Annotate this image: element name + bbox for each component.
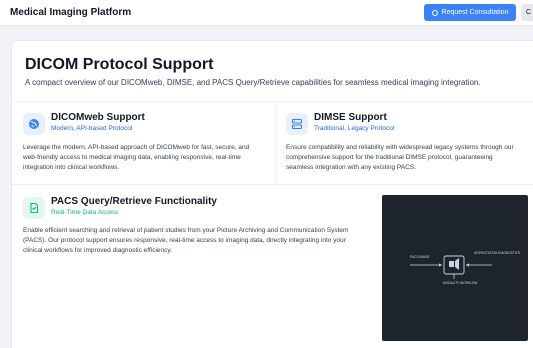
request-consultation-button[interactable]: Request Consultation bbox=[424, 4, 516, 21]
diagram-left-label: PACS IMAGE bbox=[410, 255, 430, 259]
request-consultation-label: Request Consultation bbox=[441, 9, 509, 16]
speaker-icon bbox=[455, 258, 459, 270]
page-title: DICOM Protocol Support bbox=[25, 56, 214, 73]
divider bbox=[275, 101, 276, 184]
right-arrow bbox=[466, 263, 469, 267]
feature-description: Ensure compatibility and reliability wit… bbox=[286, 144, 514, 171]
protocol-card: DICOM Protocol Support A compact overvie… bbox=[11, 40, 533, 348]
brand-title: Medical Imaging Platform bbox=[10, 7, 132, 18]
feature-description: Enable efficient searching and retrieval… bbox=[23, 227, 349, 254]
globe-icon bbox=[29, 119, 39, 129]
feature-title: DICOMweb Support bbox=[51, 112, 145, 123]
divider bbox=[12, 101, 533, 102]
feature-subtitle: Real-Time Data Access bbox=[51, 209, 119, 216]
server-icon bbox=[291, 118, 303, 130]
diagram-graphic: PACS IMAGE WORKSTATION DIAGNOSTICS MODAL… bbox=[410, 251, 520, 285]
feature-subtitle: Traditional, Legacy Protocol bbox=[314, 125, 395, 132]
page-subtitle: A compact overview of our DICOMweb, DIMS… bbox=[25, 78, 481, 87]
left-arrow bbox=[439, 263, 442, 267]
secondary-button[interactable]: C bbox=[521, 4, 533, 21]
feature-title: PACS Query/Retrieve Functionality bbox=[51, 196, 217, 207]
info-icon bbox=[431, 9, 438, 16]
feature-subtitle: Modern, API-based Protocol bbox=[51, 125, 133, 132]
feature-title: DIMSE Support bbox=[314, 112, 387, 123]
diagram-bottom-label: MODALITY WORKLOW bbox=[443, 281, 477, 285]
monitor-icon bbox=[449, 261, 454, 267]
integration-diagram: PACS IMAGE WORKSTATION DIAGNOSTICS MODAL… bbox=[382, 195, 528, 341]
divider bbox=[12, 184, 533, 185]
feature-icon-box bbox=[286, 113, 308, 135]
feature-description: Leverage the modern, API-based approach … bbox=[23, 144, 250, 171]
feature-icon-box bbox=[23, 197, 45, 219]
top-bar: Medical Imaging Platform Request Consult… bbox=[0, 0, 533, 26]
feature-icon-box bbox=[23, 113, 45, 135]
document-icon bbox=[30, 202, 39, 214]
diagram-right-label: WORKSTATION DIAGNOSTICS bbox=[474, 251, 520, 255]
